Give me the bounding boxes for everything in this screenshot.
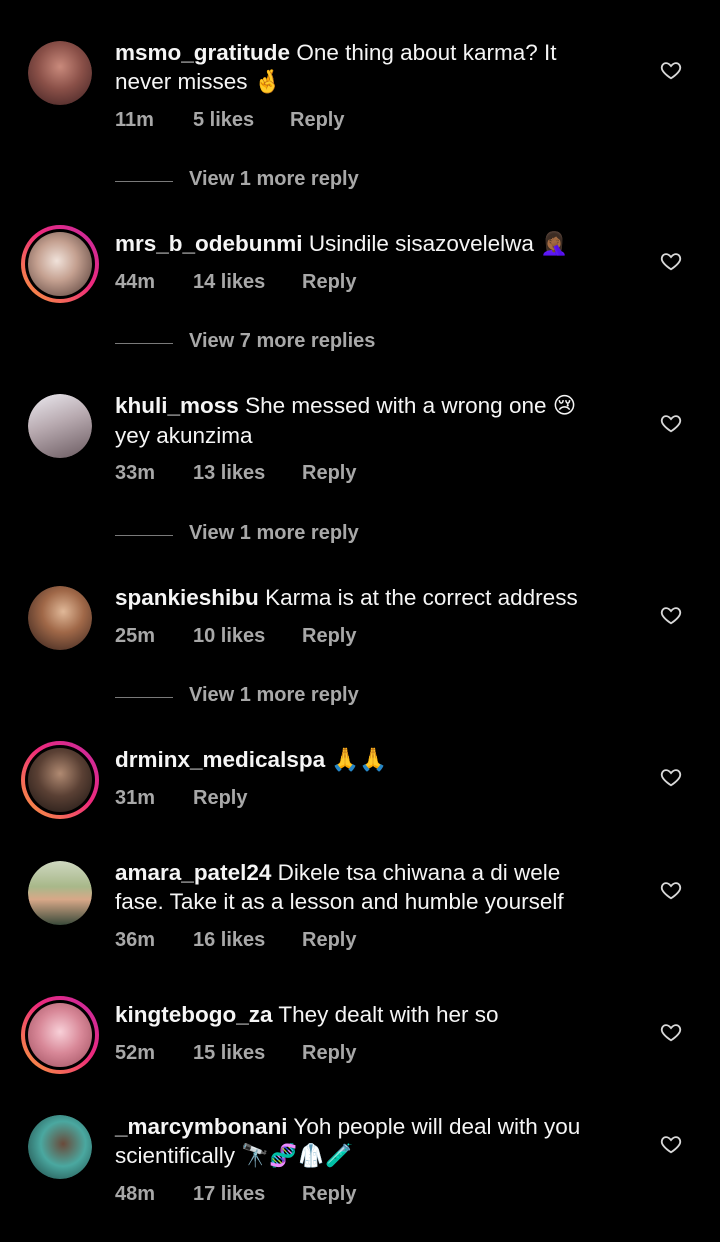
avatar-story-ring[interactable] (21, 225, 99, 303)
comment-time: 25m (115, 625, 156, 647)
comment-time: 31m (115, 787, 156, 809)
comment-username[interactable]: khuli_moss (115, 393, 239, 418)
comment-text: _marcymbonani Yoh people will deal with … (115, 1112, 615, 1171)
reply-button[interactable]: Reply (302, 271, 356, 294)
comment-username[interactable]: spankieshibu (115, 585, 259, 610)
comment-username[interactable]: kingtebogo_za (115, 1002, 273, 1027)
avatar-ring-gap (25, 745, 95, 815)
view-replies-label[interactable]: View 1 more reply (189, 522, 359, 545)
comment-username[interactable]: _marcymbonani (115, 1114, 288, 1139)
avatar-image (28, 394, 92, 458)
avatar-image (28, 232, 92, 296)
reply-button[interactable]: Reply (302, 1042, 356, 1065)
comment-likes[interactable]: 17 likes (193, 1183, 265, 1206)
view-replies-label[interactable]: View 7 more replies (189, 330, 375, 353)
like-heart-icon[interactable] (660, 766, 682, 788)
avatar-story-ring[interactable] (21, 996, 99, 1074)
reply-button[interactable]: Reply (302, 625, 356, 648)
avatar[interactable] (28, 41, 92, 105)
avatar-image (28, 748, 92, 812)
avatar-image (28, 1115, 92, 1179)
comment-emoji: 🤦🏾‍♀️ (540, 231, 569, 257)
comment-likes[interactable]: 13 likes (193, 462, 265, 485)
comment-username[interactable]: msmo_gratitude (115, 40, 290, 65)
comment-likes[interactable]: 5 likes (193, 109, 254, 132)
like-heart-icon[interactable] (660, 879, 682, 901)
avatar-ring-gap (25, 229, 95, 299)
comment-text: mrs_b_odebunmi Usindile sisazovelelwa 🤦🏾… (115, 229, 615, 259)
comments-feed: msmo_gratitude One thing about karma? It… (0, 0, 720, 1242)
comment-likes[interactable]: 15 likes (193, 1042, 265, 1065)
comment-emoji: 🔭🧬🥼🧪 (241, 1143, 354, 1169)
reply-thread-line (115, 343, 173, 344)
view-replies-label[interactable]: View 1 more reply (189, 684, 359, 707)
avatar-ring-gap (25, 1000, 95, 1070)
view-replies-label[interactable]: View 1 more reply (189, 168, 359, 191)
avatar-image (28, 586, 92, 650)
comment-likes[interactable]: 10 likes (193, 625, 265, 648)
comment-username[interactable]: drminx_medicalspa (115, 747, 325, 772)
view-more-replies[interactable]: View 1 more reply (115, 168, 515, 194)
reply-button[interactable]: Reply (302, 462, 356, 485)
comment-likes[interactable]: 16 likes (193, 929, 265, 952)
comment-time: 33m (115, 462, 156, 484)
comment-emoji: 🤞 (253, 69, 282, 95)
comment-body: She messed with a wrong one (245, 393, 547, 418)
like-heart-icon[interactable] (660, 412, 682, 434)
comment-time: 48m (115, 1183, 156, 1205)
comment-text: spankieshibu Karma is at the correct add… (115, 583, 615, 612)
reply-button[interactable]: Reply (302, 929, 356, 952)
comment-time: 36m (115, 929, 156, 951)
reply-button[interactable]: Reply (193, 787, 247, 810)
view-more-replies[interactable]: View 7 more replies (115, 330, 515, 356)
comment-username[interactable]: mrs_b_odebunmi (115, 231, 303, 256)
comment-time: 52m (115, 1042, 156, 1064)
avatar-story-ring[interactable] (21, 741, 99, 819)
avatar[interactable] (28, 861, 92, 925)
like-heart-icon[interactable] (660, 59, 682, 81)
view-more-replies[interactable]: View 1 more reply (115, 522, 515, 548)
view-more-replies[interactable]: View 1 more reply (115, 684, 515, 710)
comment-text: kingtebogo_za They dealt with her so (115, 1000, 615, 1029)
comment-body: They dealt with her so (278, 1002, 499, 1027)
avatar-image (28, 861, 92, 925)
comment-time: 44m (115, 271, 156, 293)
like-heart-icon[interactable] (660, 1133, 682, 1155)
comment-text: amara_patel24 Dikele tsa chiwana a di we… (115, 858, 615, 916)
avatar[interactable] (28, 586, 92, 650)
reply-thread-line (115, 181, 173, 182)
comment-emoji: 😢 (552, 393, 577, 419)
like-heart-icon[interactable] (660, 604, 682, 626)
comment-username[interactable]: amara_patel24 (115, 860, 271, 885)
comment-likes[interactable]: 14 likes (193, 271, 265, 294)
reply-thread-line (115, 697, 173, 698)
comment-time: 11m (115, 109, 154, 131)
avatar[interactable] (28, 1115, 92, 1179)
comment-body: Usindile sisazovelelwa (308, 231, 534, 256)
avatar[interactable] (28, 394, 92, 458)
comment-text: drminx_medicalspa 🙏🙏 (115, 745, 615, 775)
comment-text: msmo_gratitude One thing about karma? It… (115, 38, 615, 97)
avatar-image (28, 1003, 92, 1067)
reply-thread-line (115, 535, 173, 536)
reply-button[interactable]: Reply (290, 109, 344, 132)
comment-body: Karma is at the correct address (265, 585, 578, 610)
comment-emoji: 🙏🙏 (331, 747, 388, 773)
avatar-image (28, 41, 92, 105)
comment-body-continued: yey akunzima (115, 423, 253, 448)
like-heart-icon[interactable] (660, 250, 682, 272)
like-heart-icon[interactable] (660, 1021, 682, 1043)
reply-button[interactable]: Reply (302, 1183, 356, 1206)
comment-text: khuli_moss She messed with a wrong one 😢… (115, 391, 615, 450)
